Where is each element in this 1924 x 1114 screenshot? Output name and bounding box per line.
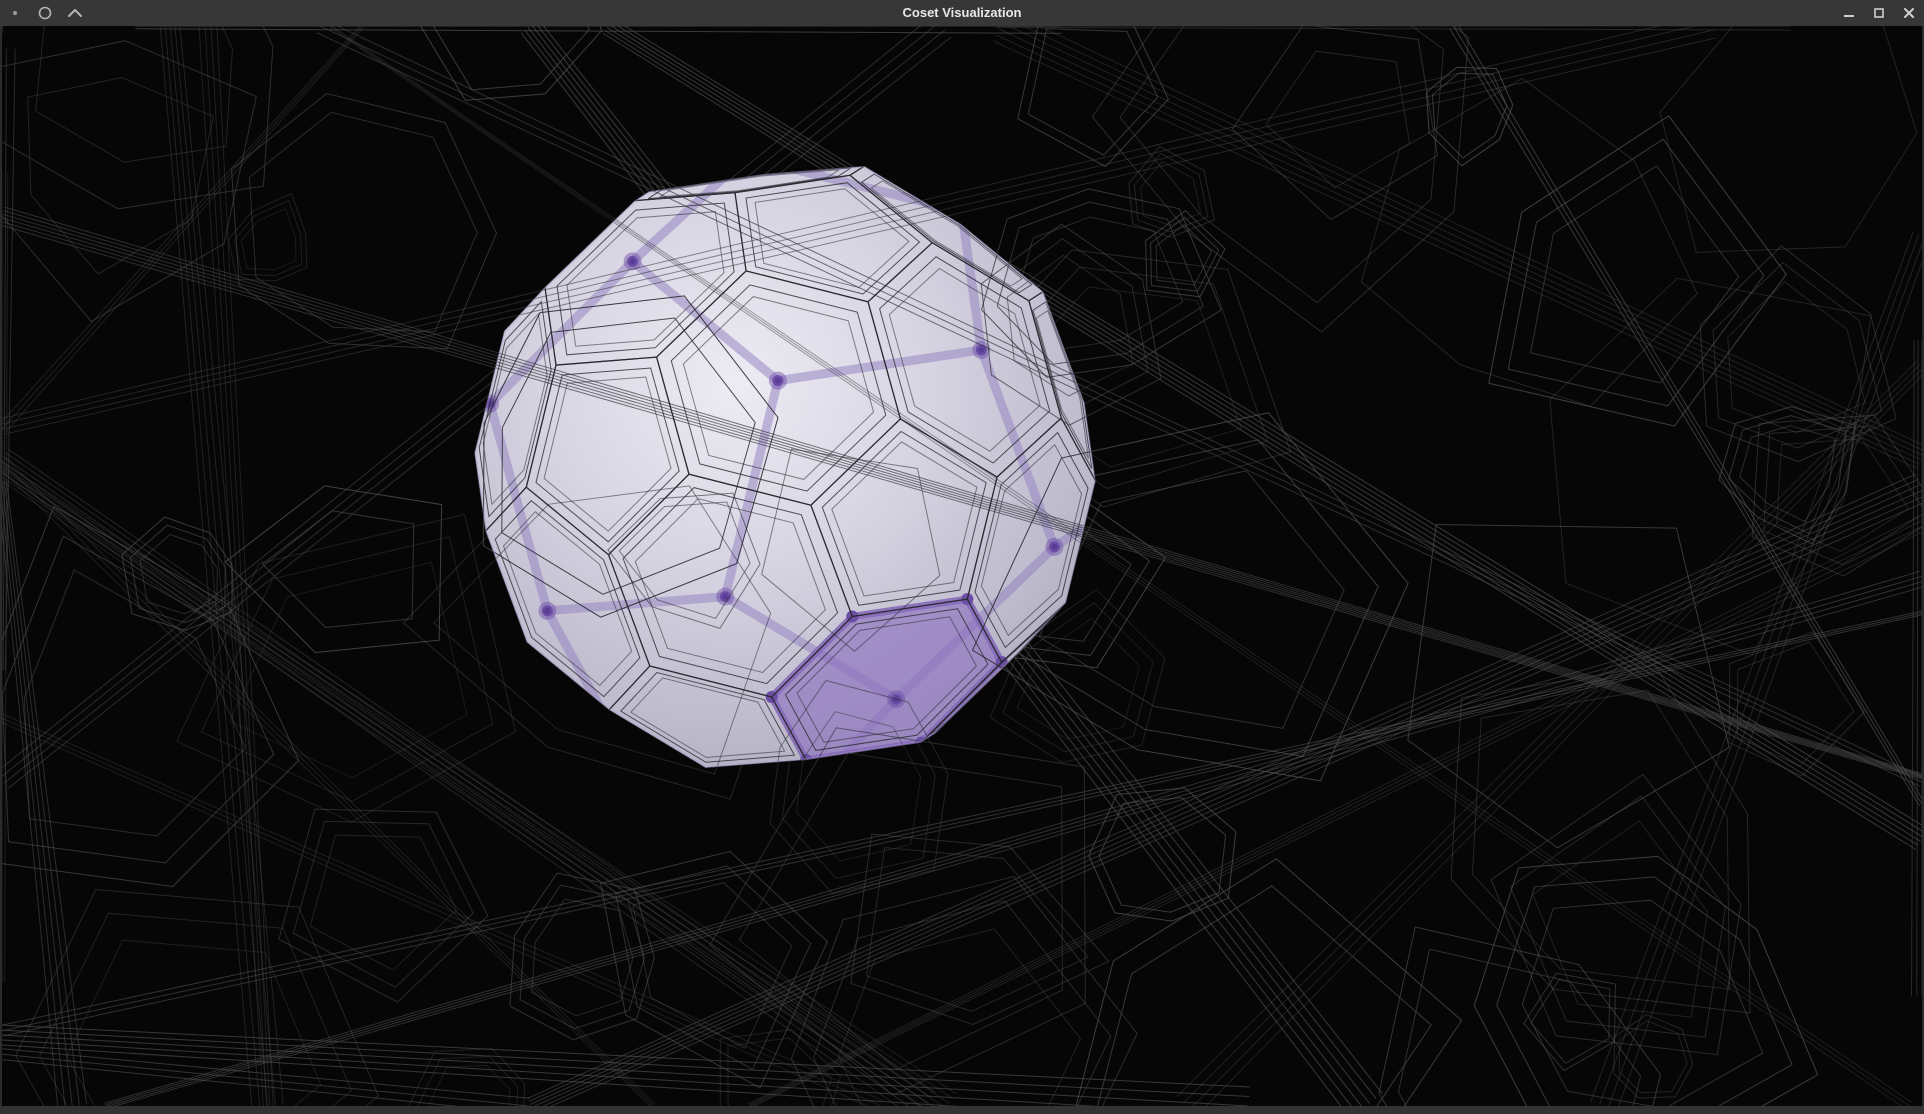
titlebar[interactable]: Coset Visualization <box>0 0 1924 26</box>
minimize-button[interactable] <box>1834 0 1864 26</box>
window-title: Coset Visualization <box>0 0 1924 26</box>
window-left-edge <box>0 26 2 1106</box>
titlebar-left-icons <box>0 0 90 26</box>
dot-icon[interactable] <box>0 0 30 26</box>
coset-3d-viewport[interactable] <box>2 26 1922 1106</box>
app-window: Coset Visualization <box>0 0 1924 1114</box>
window-controls <box>1834 0 1924 26</box>
coset-visualization-canvas[interactable] <box>2 26 1922 1106</box>
window-bottom-edge <box>0 1106 1924 1114</box>
close-button[interactable] <box>1894 0 1924 26</box>
circle-icon[interactable] <box>30 0 60 26</box>
maximize-button[interactable] <box>1864 0 1894 26</box>
chevron-up-icon[interactable] <box>60 0 90 26</box>
